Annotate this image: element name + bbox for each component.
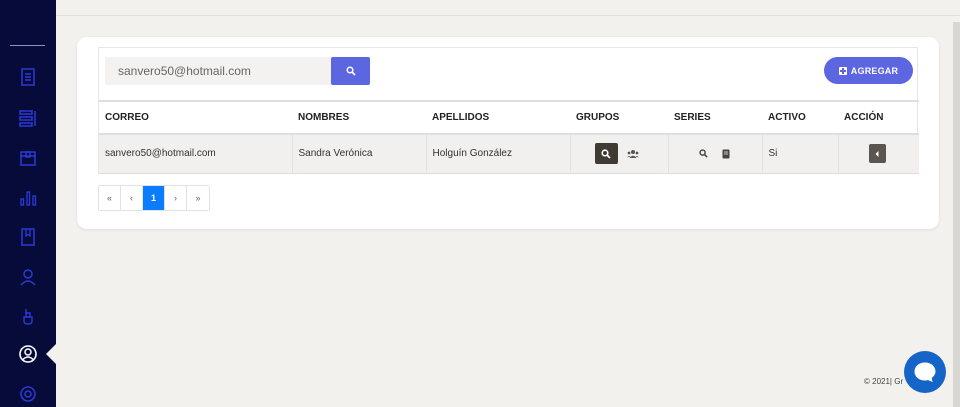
sidebar-item-book[interactable] (15, 224, 41, 250)
sidebar-item-user-circle[interactable] (15, 341, 41, 367)
pagination: « ‹ 1 › » (98, 185, 210, 211)
footer-copyright: © 2021| Gr (864, 377, 904, 386)
sidebar-item-hand[interactable] (15, 303, 41, 329)
page-last-button[interactable]: » (187, 186, 209, 210)
search-icon (345, 66, 356, 76)
search-icon[interactable] (698, 149, 708, 158)
sidebar-divider (10, 45, 45, 46)
book-icon[interactable] (722, 149, 730, 159)
grupos-actions (594, 143, 668, 165)
chat-button[interactable] (904, 351, 946, 393)
plus-square-icon (838, 66, 847, 75)
page-next-button[interactable]: › (165, 186, 187, 210)
active-nav-indicator (46, 344, 56, 364)
cell-activo: Si (762, 134, 839, 173)
cell-grupos (570, 134, 669, 173)
cell-nombres: Sandra Verónica (292, 134, 427, 173)
hand-icon (23, 309, 33, 325)
table-row: sanvero50@hotmail.com Sandra Verónica Ho… (99, 134, 919, 173)
row-action-button[interactable] (868, 144, 886, 164)
cell-correo: sanvero50@hotmail.com (99, 134, 293, 173)
cell-accion (838, 134, 919, 173)
page-current-button[interactable]: 1 (143, 186, 165, 210)
users-card: AGREGAR CORREO NOMBRES APELLIDOS GRUPOS … (77, 37, 939, 229)
caret-left-icon (875, 150, 879, 157)
column-header-nombres: NOMBRES (298, 112, 350, 123)
users-icon[interactable] (626, 149, 639, 159)
user-icon (20, 269, 36, 286)
series-actions (698, 149, 762, 159)
book-icon (21, 228, 35, 246)
users-table: CORREO NOMBRES APELLIDOS GRUPOS SERIES A… (99, 100, 919, 174)
column-header-series: SERIES (674, 112, 711, 123)
sidebar-item-box[interactable] (15, 145, 41, 171)
view-groups-button[interactable] (594, 143, 618, 165)
bar-chart-icon (20, 191, 37, 206)
sidebar-item-list[interactable] (15, 64, 41, 90)
sidebar-item-chart[interactable] (15, 184, 41, 210)
search-button[interactable] (331, 57, 370, 85)
gear-icon (20, 386, 36, 402)
search-icon (601, 149, 611, 159)
page-first-button[interactable]: « (99, 186, 121, 210)
table-header-row: CORREO NOMBRES APELLIDOS GRUPOS SERIES A… (99, 101, 919, 134)
column-header-grupos: GRUPOS (576, 112, 620, 123)
column-header-accion: ACCIÓN (844, 112, 884, 123)
page-prev-button[interactable]: ‹ (121, 186, 143, 210)
user-circle-icon (19, 345, 37, 363)
column-header-correo: CORREO (105, 112, 149, 123)
chat-bubble-icon (914, 362, 936, 382)
rows-icon (19, 110, 36, 127)
list-icon (21, 68, 35, 86)
column-header-activo: ACTIVO (768, 112, 806, 123)
users-panel: AGREGAR CORREO NOMBRES APELLIDOS GRUPOS … (98, 47, 919, 174)
cell-series (668, 134, 763, 173)
column-header-apellidos: APELLIDOS (432, 112, 490, 123)
sidebar-item-settings[interactable] (15, 381, 41, 407)
search-input[interactable] (105, 57, 331, 85)
scrollbar[interactable] (953, 22, 960, 407)
cell-apellidos: Holguín González (426, 134, 571, 173)
sidebar-item-rows[interactable] (15, 105, 41, 131)
top-bar (56, 0, 960, 16)
add-button-label: AGREGAR (850, 65, 899, 76)
sidebar-item-user[interactable] (15, 264, 41, 290)
box-icon (20, 151, 36, 166)
add-button[interactable]: AGREGAR (824, 57, 913, 84)
